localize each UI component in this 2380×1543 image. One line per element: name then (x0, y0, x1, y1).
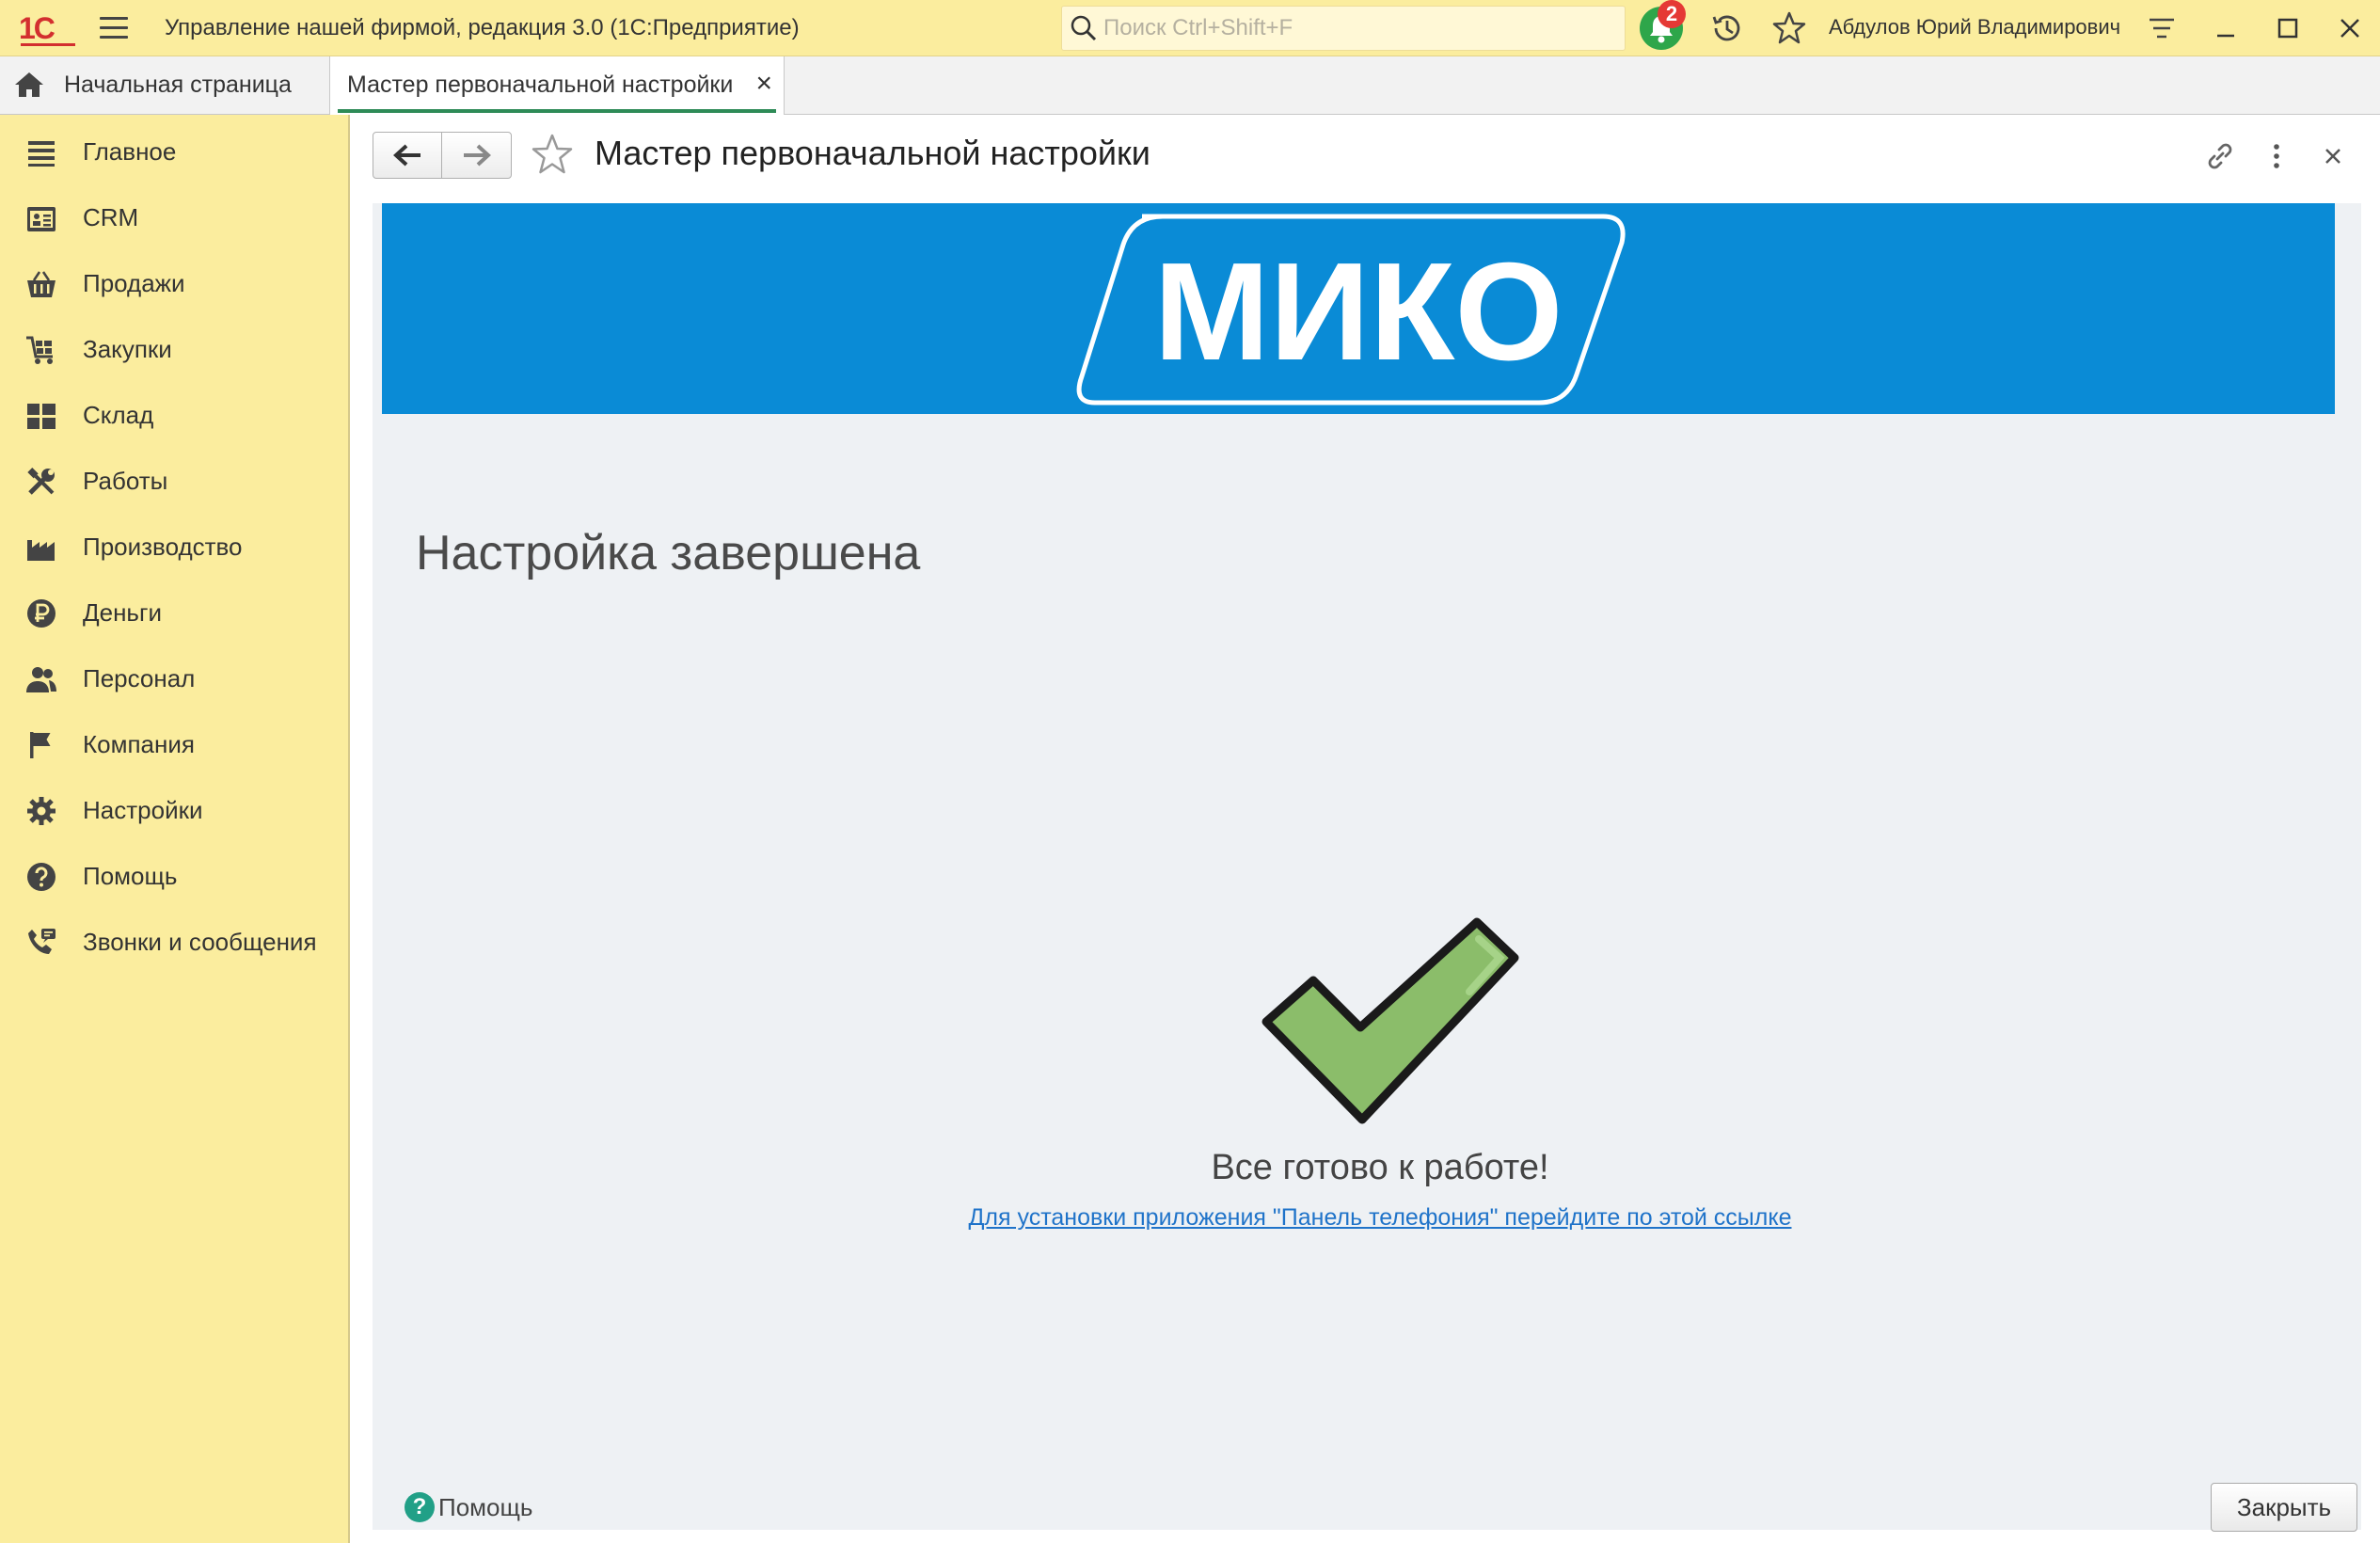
arrow-left-icon (393, 144, 420, 167)
phone-panel-link: Для установки приложения "Панель телефон… (373, 1204, 2380, 1232)
favorite-star-icon[interactable] (529, 132, 576, 179)
sidebar-item-sales[interactable]: Продажи (0, 254, 348, 310)
sidebar-item-label: Главное (83, 137, 177, 166)
wizard-content: МИКО Настройка завершена Все готово к ра… (373, 203, 2361, 1532)
sidebar-item-main[interactable]: Главное (0, 122, 348, 179)
ready-text: Все готово к работе! (1211, 1148, 1549, 1187)
sidebar-item-money[interactable]: Деньги (0, 583, 348, 640)
close-icon[interactable] (2333, 11, 2367, 45)
help-icon: ? (405, 1492, 435, 1522)
user-name[interactable]: Абдулов Юрий Владимирович (1829, 15, 2120, 40)
sidebar-item-calls[interactable]: Звонки и сообщения (0, 913, 348, 969)
phone-panel-link-anchor[interactable]: Для установки приложения "Панель телефон… (969, 1204, 1792, 1231)
miko-logo-text: МИКО (1153, 234, 1563, 390)
forward-button[interactable] (443, 133, 512, 178)
sidebar-item-label: Закупки (83, 335, 172, 363)
list-icon (28, 141, 55, 167)
sidebar-item-company[interactable]: Компания (0, 715, 348, 772)
1c-logo: 1С (19, 11, 79, 46)
sidebar-item-help[interactable]: Помощь (0, 847, 348, 903)
notification-badge: 2 (1658, 0, 1686, 28)
history-icon[interactable] (1708, 9, 1746, 47)
search-icon (1071, 15, 1097, 41)
sidebar-item-label: Склад (83, 401, 154, 429)
form-header: Мастер первоначальной настройки (352, 115, 2380, 198)
form-window: Мастер первоначальной настройки МИКО Нас… (352, 115, 2380, 1543)
warehouse-icon (27, 404, 56, 429)
tab-close-icon[interactable]: × (755, 70, 772, 98)
sidebar: Главное CRM Продажи Закупки Склад Работы… (0, 115, 350, 1543)
contacts-icon (27, 207, 56, 231)
sidebar-item-label: Звонки и сообщения (83, 928, 317, 956)
sidebar-item-production[interactable]: Производство (0, 517, 348, 574)
miko-banner: МИКО (382, 203, 2335, 414)
sidebar-item-purchases[interactable]: Закупки (0, 320, 348, 376)
title-bar: 1С Управление нашей фирмой, редакция 3.0… (0, 0, 2380, 56)
sidebar-item-settings[interactable]: Настройки (0, 781, 348, 837)
sidebar-item-label: Персонал (83, 664, 196, 692)
phone-icon (28, 929, 56, 954)
tab-setup-wizard[interactable]: Мастер первоначальной настройки × (329, 56, 785, 115)
sidebar-item-label: Производство (83, 533, 243, 561)
settings-list-icon[interactable] (2145, 11, 2179, 45)
sidebar-item-personnel[interactable]: Персонал (0, 649, 348, 706)
tab-home-label: Начальная страница (64, 72, 292, 98)
sidebar-item-crm[interactable]: CRM (0, 188, 348, 245)
tab-home[interactable]: Начальная страница (0, 56, 329, 115)
ruble-icon (27, 599, 56, 628)
star-icon[interactable] (1770, 9, 1808, 47)
close-button[interactable]: Закрыть (2211, 1483, 2357, 1532)
sidebar-item-label: Компания (83, 730, 195, 758)
gear-icon (27, 797, 56, 825)
more-options-icon[interactable] (2258, 137, 2295, 175)
search-input[interactable] (1103, 12, 1611, 44)
miko-logo: МИКО (1076, 214, 1626, 406)
sidebar-item-label: Настройки (83, 796, 203, 824)
sidebar-item-warehouse[interactable]: Склад (0, 386, 348, 442)
sidebar-item-label: Деньги (83, 598, 162, 627)
arrow-right-icon (464, 144, 491, 167)
back-button[interactable] (373, 133, 442, 178)
maximize-icon[interactable] (2271, 11, 2305, 45)
sidebar-item-label: Работы (83, 467, 168, 495)
factory-icon (27, 540, 55, 561)
sidebar-item-works[interactable]: Работы (0, 452, 348, 508)
checkmark-icon (1261, 917, 1519, 1124)
cart-icon (26, 336, 53, 364)
app-title: Управление нашей фирмой, редакция 3.0 (1… (165, 15, 800, 40)
help-label: Помощь (438, 1492, 533, 1521)
basket-icon (27, 271, 56, 297)
tools-icon (27, 468, 55, 495)
minimize-icon[interactable] (2209, 11, 2243, 45)
search-box[interactable] (1061, 6, 1626, 51)
tabs-bar: Начальная страница Мастер первоначальной… (0, 56, 2380, 115)
tab-setup-wizard-label: Мастер первоначальной настройки (347, 72, 734, 98)
sidebar-item-label: CRM (83, 203, 139, 231)
sidebar-item-label: Продажи (83, 269, 185, 297)
sidebar-item-label: Помощь (83, 862, 178, 890)
help-icon (27, 863, 56, 891)
nav-buttons (373, 132, 512, 179)
link-icon[interactable] (2201, 137, 2239, 175)
flag-icon (30, 732, 51, 758)
help-button[interactable]: ? Помощь (405, 1492, 532, 1530)
home-icon (15, 72, 43, 97)
people-icon (26, 667, 56, 692)
section-title: Настройка завершена (416, 526, 921, 581)
form-close-icon[interactable] (2314, 137, 2352, 175)
form-title: Мастер первоначальной настройки (595, 134, 1150, 172)
menu-icon[interactable] (100, 17, 128, 40)
